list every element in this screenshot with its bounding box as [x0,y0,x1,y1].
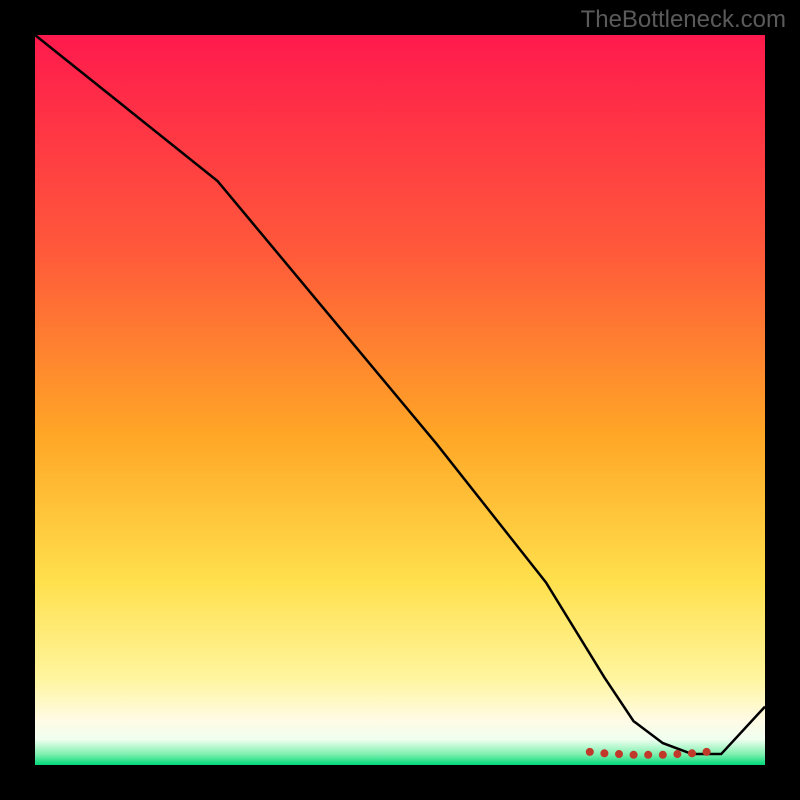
chart-marker [630,751,638,759]
chart-curve [35,35,765,754]
watermark-text: TheBottleneck.com [581,6,786,34]
chart-marker [688,749,696,757]
chart-marker [644,751,652,759]
plot-area [35,35,765,765]
chart-marker [659,751,667,759]
chart-markers [586,748,711,759]
chart-marker [586,748,594,756]
chart-marker [703,748,711,756]
chart-marker [600,749,608,757]
chart-marker [673,750,681,758]
chart-line-layer [35,35,765,765]
chart-marker [615,750,623,758]
